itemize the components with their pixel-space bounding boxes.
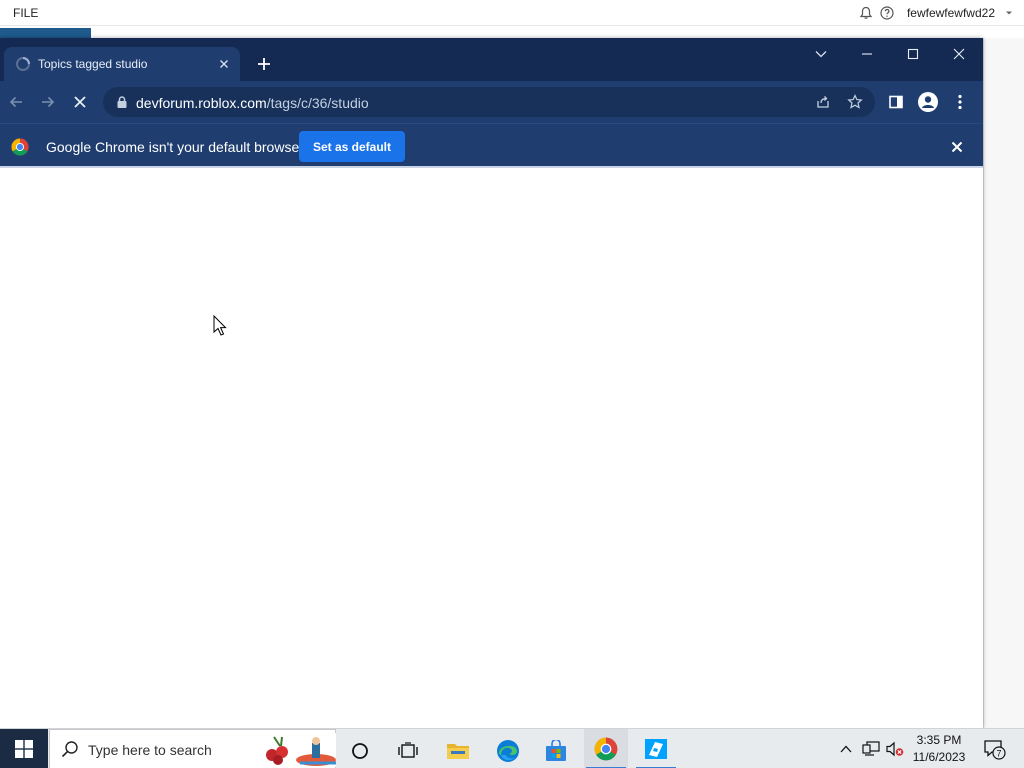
tab-title: Topics tagged studio — [38, 57, 148, 71]
roblox-studio-icon — [645, 739, 667, 759]
network-icon[interactable] — [860, 729, 882, 768]
cortana-icon[interactable] — [340, 734, 380, 768]
stop-loading-button[interactable] — [68, 90, 92, 114]
side-panel-icon[interactable] — [884, 90, 908, 114]
task-view-icon[interactable] — [388, 734, 428, 768]
browser-toolbar: devforum.roblox.com/tags/c/36/studio — [0, 81, 983, 123]
background-side-panel — [983, 38, 1024, 728]
windows-taskbar: Type here to search 3:35 PM 11/6/2023 7 — [0, 728, 1024, 768]
profile-avatar-icon[interactable] — [916, 90, 940, 114]
search-highlight-illustration — [260, 733, 336, 767]
search-placeholder: Type here to search — [88, 742, 212, 758]
chrome-taskbar-button[interactable] — [584, 729, 628, 768]
address-bar[interactable]: devforum.roblox.com/tags/c/36/studio — [103, 87, 875, 117]
chrome-window: Topics tagged studio devforum.roblox.com… — [0, 38, 983, 728]
url-host: devforum.roblox.com — [136, 95, 267, 111]
share-icon[interactable] — [814, 93, 832, 111]
background-user-area: fewfewfewfwd22 — [859, 5, 1016, 20]
chrome-logo-icon — [11, 138, 29, 156]
file-explorer-icon[interactable] — [438, 734, 478, 768]
chevron-down-icon[interactable] — [1001, 5, 1016, 20]
volume-muted-icon[interactable] — [884, 729, 906, 768]
set-as-default-button[interactable]: Set as default — [299, 131, 405, 162]
url-text[interactable]: devforum.roblox.com/tags/c/36/studio — [136, 95, 369, 111]
notification-count: 7 — [996, 749, 1001, 759]
mouse-cursor-icon — [213, 315, 227, 336]
chrome-icon — [594, 737, 618, 761]
tab-close-icon[interactable] — [216, 56, 232, 72]
username-label[interactable]: fewfewfewfwd22 — [907, 6, 995, 20]
clock-time: 3:35 PM — [916, 733, 962, 747]
help-icon[interactable] — [880, 5, 895, 20]
new-tab-button[interactable] — [254, 54, 274, 74]
forward-button[interactable] — [36, 90, 60, 114]
default-browser-infobar: Google Chrome isn't your default browser… — [0, 123, 983, 168]
minimize-button[interactable] — [852, 43, 882, 65]
roblox-studio-taskbar-button[interactable] — [634, 729, 678, 768]
close-window-button[interactable] — [944, 43, 974, 65]
show-hidden-icons-chevron-icon[interactable] — [836, 729, 856, 768]
page-content-area[interactable] — [0, 170, 983, 728]
taskbar-search-box[interactable]: Type here to search — [49, 729, 336, 768]
start-button[interactable] — [0, 729, 48, 768]
infobar-message: Google Chrome isn't your default browser — [46, 139, 304, 155]
tab-strip: Topics tagged studio — [0, 38, 983, 81]
background-menubar: FILE fewfewfewfwd22 — [0, 0, 1024, 26]
infobar-close-icon[interactable] — [948, 138, 966, 156]
back-button[interactable] — [4, 90, 28, 114]
tab-search-icon[interactable] — [806, 43, 836, 65]
menu-kebab-icon[interactable] — [948, 90, 972, 114]
windows-logo-icon — [15, 740, 33, 758]
background-ribbon-accent — [0, 28, 91, 38]
edge-browser-icon[interactable] — [488, 734, 528, 768]
maximize-button[interactable] — [898, 43, 928, 65]
action-center-icon[interactable]: 7 — [980, 729, 1008, 768]
bell-icon[interactable] — [859, 5, 874, 20]
bookmark-star-icon[interactable] — [846, 93, 864, 111]
microsoft-store-icon[interactable] — [536, 734, 576, 768]
clock-date: 11/6/2023 — [912, 750, 966, 764]
file-menu[interactable]: FILE — [13, 6, 38, 20]
loading-spinner-icon — [16, 57, 30, 71]
url-path: /tags/c/36/studio — [266, 95, 369, 111]
taskbar-clock[interactable]: 3:35 PM 11/6/2023 — [906, 732, 972, 766]
search-icon — [61, 741, 78, 758]
lock-icon[interactable] — [115, 95, 129, 109]
tab-active[interactable]: Topics tagged studio — [4, 47, 240, 81]
